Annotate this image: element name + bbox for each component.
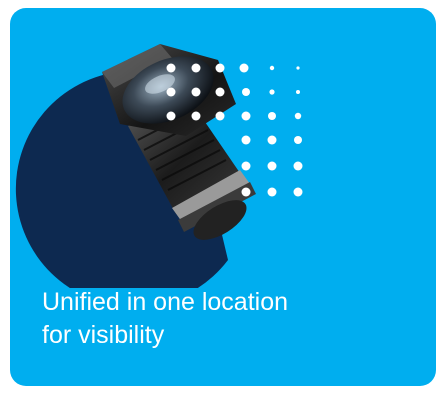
feature-card: Unified in one location for visibility (10, 8, 436, 386)
caption-line-1: Unified in one location (42, 288, 288, 316)
caption-line-2: for visibility (42, 321, 165, 349)
feature-illustration (15, 44, 303, 288)
card-caption: Unified in one location for visibility (42, 286, 422, 352)
